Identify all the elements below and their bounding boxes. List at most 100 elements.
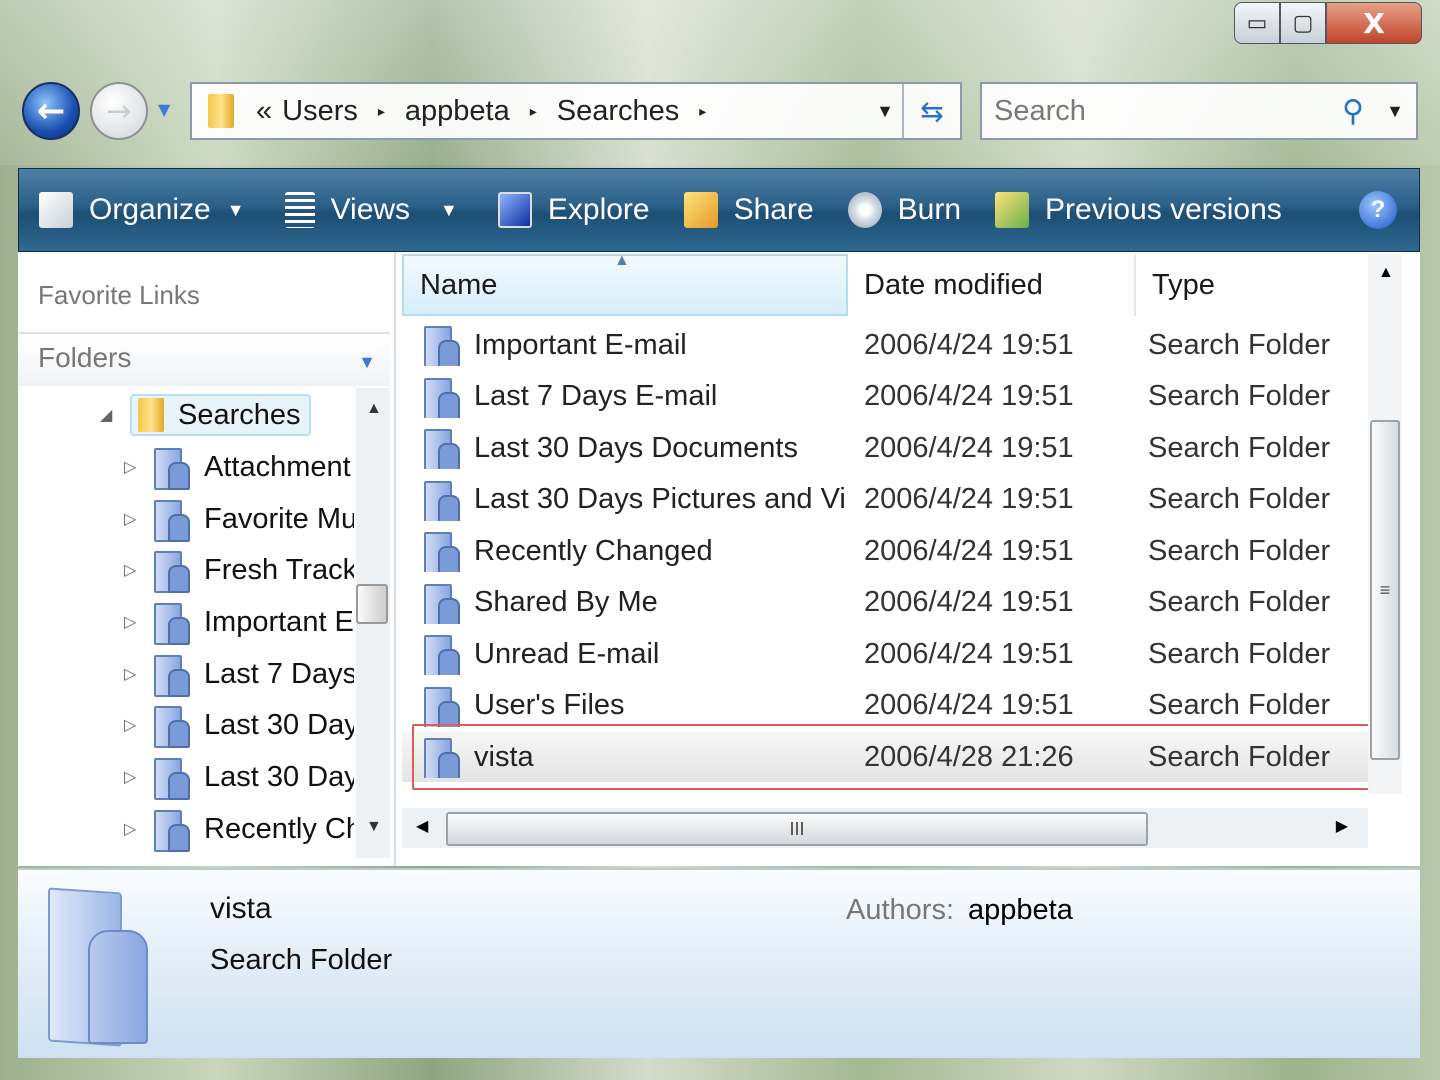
list-vertical-scrollbar[interactable]: ▲ ≡	[1368, 254, 1402, 794]
column-header-date-modified[interactable]: Date modified	[848, 254, 1136, 316]
tree-item[interactable]: ▷ Last 7 Days	[124, 649, 354, 699]
address-dropdown-icon[interactable]: ▼	[876, 101, 894, 122]
date-modified-cell: 2006/4/24 19:51	[864, 380, 1074, 412]
file-name: Last 30 Days Pictures and Vi...	[474, 483, 846, 515]
tree-item-label: Last 30 Days	[204, 708, 354, 741]
file-row[interactable]: Last 7 Days E-mail 2006/4/24 19:51 Search …	[402, 372, 1368, 422]
scroll-up-icon[interactable]: ▲	[1378, 264, 1394, 282]
search-input[interactable]: Search	[994, 95, 1086, 128]
breadcrumb-appbeta[interactable]: appbeta	[405, 95, 510, 128]
help-button[interactable]: ?	[1359, 191, 1397, 229]
column-header-type[interactable]: Type	[1136, 254, 1368, 316]
scroll-up-icon[interactable]: ▲	[366, 400, 382, 418]
breadcrumb-overflow[interactable]: «	[256, 95, 272, 128]
scroll-left-icon[interactable]: ◀	[416, 816, 428, 836]
expand-arrow-icon[interactable]: ▷	[124, 457, 144, 477]
back-button[interactable]: ←	[22, 82, 80, 140]
name-cell: Unread E-mail	[402, 633, 846, 675]
file-name: Unread E-mail	[474, 637, 660, 670]
scroll-down-icon[interactable]: ▼	[366, 818, 382, 836]
back-arrow-icon: ←	[36, 91, 66, 131]
tree-item[interactable]: ▷ Recently Ch	[124, 804, 354, 854]
tree-item[interactable]: ▷ Last 30 Days	[124, 752, 354, 802]
search-box[interactable]: Search ⚲ ▼	[980, 82, 1418, 140]
type-cell: Search Folder	[1148, 586, 1331, 618]
details-pane: vista Search Folder Authors: appbeta	[18, 868, 1420, 1058]
expand-arrow-icon[interactable]: ▷	[124, 560, 144, 580]
close-button[interactable]: X	[1326, 2, 1422, 44]
list-horizontal-scrollbar[interactable]: ◀ III ▶	[402, 808, 1368, 848]
pane-divider[interactable]	[18, 332, 390, 334]
expand-arrow-icon[interactable]: ▷	[124, 612, 144, 632]
column-label: Date modified	[864, 268, 1043, 301]
forward-button[interactable]: →	[90, 82, 148, 140]
tree-item[interactable]: ▷ Important E	[124, 597, 354, 647]
burn-button[interactable]: Burn	[847, 192, 961, 228]
folder-icon	[208, 94, 234, 128]
search-folder-icon	[154, 808, 190, 852]
search-folder-icon	[424, 685, 460, 727]
file-row[interactable]: Important E-mail 2006/4/24 19:51 Search Fo…	[402, 320, 1368, 370]
previous-versions-button[interactable]: Previous versions	[995, 192, 1282, 228]
breadcrumb-separator[interactable]: ▸	[378, 103, 385, 120]
type-cell: Search Folder	[1148, 328, 1331, 361]
recent-pages-dropdown[interactable]: ▼	[158, 100, 170, 119]
tree-item-label: Last 7 Days	[204, 657, 354, 690]
scrollbar-thumb[interactable]: ≡	[1370, 420, 1400, 760]
collapse-arrow-icon[interactable]: ◢	[100, 405, 120, 425]
search-folder-icon	[154, 704, 190, 748]
folders-header[interactable]: Folders ▼	[18, 336, 390, 386]
tree-item[interactable]: ▷ Attachment	[124, 442, 351, 492]
file-name: Last 30 Days Documents	[474, 431, 798, 464]
scrollbar-thumb[interactable]	[356, 584, 388, 624]
file-row[interactable]: Shared By Me 2006/4/24 19:51 Search Folder	[402, 578, 1368, 628]
name-cell: Last 30 Days Documents	[402, 427, 846, 469]
file-row[interactable]: Last 30 Days Pictures and Vi... 2006/4/24…	[402, 475, 1368, 525]
file-row[interactable]: Last 30 Days Documents 2006/4/24 19:51 Sea…	[402, 423, 1368, 473]
expand-arrow-icon[interactable]: ▷	[124, 819, 144, 839]
breadcrumb-searches[interactable]: Searches	[557, 95, 680, 128]
file-list: ▲ Name Date modified Type Important E-mai…	[400, 252, 1420, 866]
tree-item[interactable]: ▷ Last 30 Days	[124, 700, 354, 750]
breadcrumb-separator[interactable]: ▸	[699, 103, 706, 120]
tree-item[interactable]: ▷ Favorite Mu	[124, 494, 354, 544]
tree-item[interactable]: ▷ Fresh Tracks	[124, 545, 354, 595]
expand-arrow-icon[interactable]: ▷	[124, 767, 144, 787]
share-button[interactable]: Share	[683, 192, 814, 228]
authors-value[interactable]: appbeta	[968, 894, 1073, 926]
file-row[interactable]: Unread E-mail 2006/4/24 19:51 Search Folde…	[402, 629, 1368, 679]
file-row[interactable]: User's Files 2006/4/24 19:51 Search Folder	[402, 681, 1368, 731]
file-name: vista	[474, 740, 534, 773]
breadcrumb-separator[interactable]: ▸	[530, 103, 537, 120]
scrollbar-thumb[interactable]: III	[446, 812, 1148, 846]
breadcrumb-users[interactable]: Users	[282, 95, 358, 128]
refresh-button[interactable]: ⇆	[902, 84, 960, 138]
favorite-links-header[interactable]: Favorite Links	[38, 280, 200, 306]
expand-arrow-icon[interactable]: ▷	[124, 715, 144, 735]
explore-button[interactable]: Explore	[497, 192, 650, 228]
search-options-dropdown[interactable]: ▼	[1386, 101, 1404, 122]
tree-scrollbar[interactable]: ▲ ▼	[356, 388, 390, 858]
authors-property[interactable]: Authors: appbeta	[846, 894, 1073, 927]
scroll-right-icon[interactable]: ▶	[1336, 816, 1348, 836]
organize-button[interactable]: Organize ▼	[39, 192, 245, 228]
file-row[interactable]: vista 2006/4/28 21:26 Search Folder	[402, 732, 1368, 782]
file-row[interactable]: Recently Changed 2006/4/24 19:51 Search Fo…	[402, 526, 1368, 576]
minimize-button[interactable]: ▭	[1234, 2, 1280, 44]
expand-arrow-icon[interactable]: ▷	[124, 509, 144, 529]
address-bar[interactable]: « Users ▸ appbeta ▸ Searches ▸ ▼ ⇆	[190, 82, 962, 140]
views-button[interactable]: Views ▼	[284, 192, 458, 228]
maximize-button[interactable]: ▢	[1280, 2, 1326, 44]
expand-arrow-icon[interactable]: ▷	[124, 664, 144, 684]
chevron-down-icon: ▼	[440, 199, 458, 220]
tree-item-searches[interactable]: ◢ Searches	[100, 390, 311, 440]
command-bar: Organize ▼ Views ▼ Explore Share Burn Prev…	[18, 168, 1420, 252]
name-cell: Shared By Me	[402, 582, 846, 624]
column-header-name[interactable]: ▲ Name	[402, 252, 848, 316]
search-folder-icon	[424, 530, 460, 572]
previous-versions-icon	[995, 192, 1030, 228]
share-label: Share	[733, 193, 814, 226]
search-icon[interactable]: ⚲	[1342, 94, 1364, 129]
views-label: Views	[330, 193, 411, 226]
search-folder-icon	[154, 446, 190, 490]
